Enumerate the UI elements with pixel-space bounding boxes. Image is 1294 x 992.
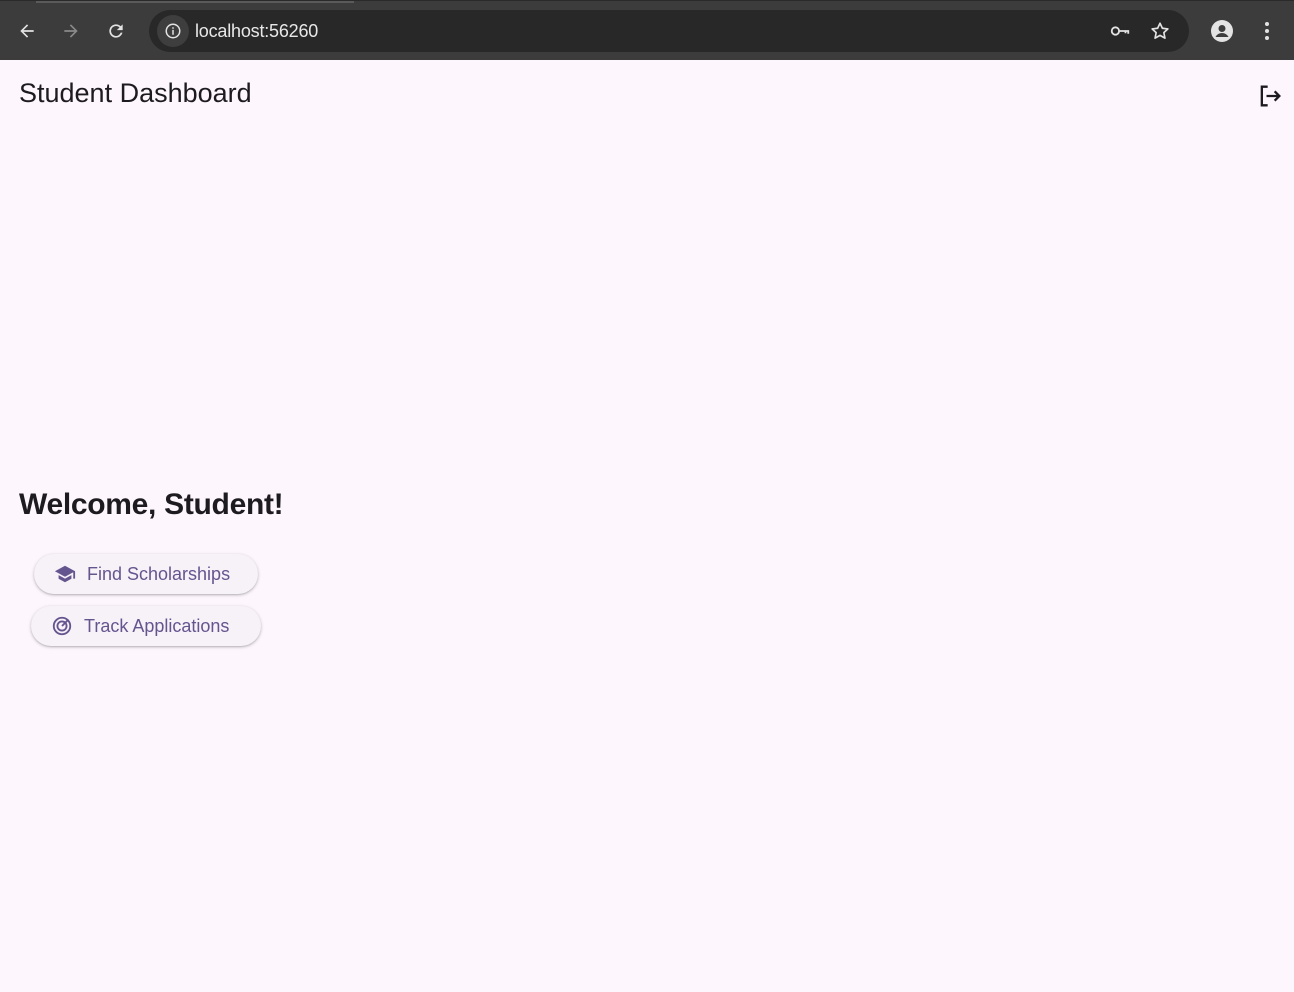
- tab-strip-indicator: [36, 1, 354, 3]
- reload-icon[interactable]: [100, 15, 132, 47]
- button-label: Find Scholarships: [87, 563, 231, 584]
- track-applications-button[interactable]: Track Applications: [31, 606, 261, 646]
- button-label: Track Applications: [84, 615, 230, 636]
- info-icon[interactable]: [157, 15, 189, 47]
- logout-icon: [1260, 85, 1281, 107]
- logout-button[interactable]: [1250, 76, 1290, 116]
- browser-toolbar: localhost:56260: [0, 0, 1294, 60]
- url-text[interactable]: localhost:56260: [195, 21, 318, 42]
- star-icon[interactable]: [1148, 19, 1172, 43]
- welcome-heading: Welcome, Student!: [19, 488, 284, 521]
- address-bar[interactable]: localhost:56260: [149, 10, 1189, 52]
- more-vert-icon[interactable]: [1251, 15, 1283, 47]
- track-changes-icon: [51, 615, 73, 637]
- profile-icon[interactable]: [1206, 15, 1238, 47]
- school-icon: [54, 563, 76, 585]
- page-title: Student Dashboard: [19, 78, 252, 108]
- find-scholarships-button[interactable]: Find Scholarships: [34, 554, 258, 594]
- forward-arrow-icon[interactable]: [55, 15, 87, 47]
- back-arrow-icon[interactable]: [11, 15, 43, 47]
- key-icon[interactable]: [1108, 19, 1132, 43]
- app-content: Student Dashboard Welcome, Student! Find…: [0, 60, 1294, 992]
